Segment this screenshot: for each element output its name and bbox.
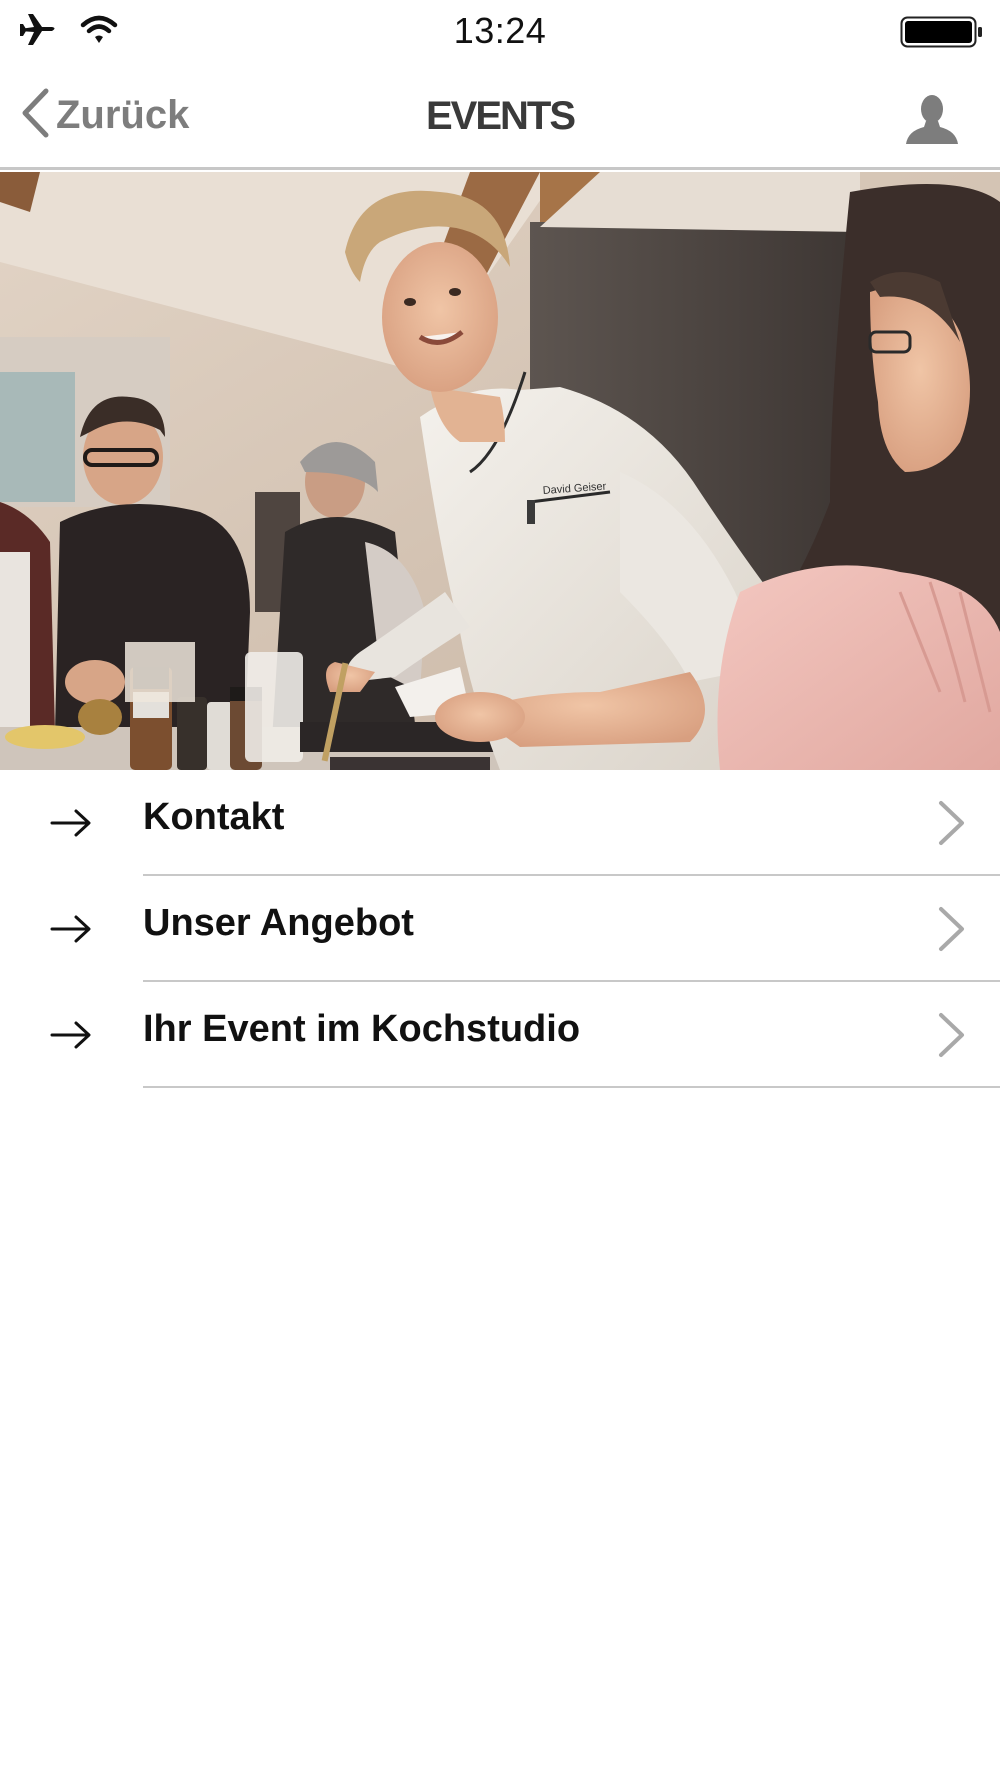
user-icon: [904, 95, 960, 152]
menu-item-label: Kontakt: [143, 796, 285, 838]
arrow-right-icon: [50, 914, 92, 944]
chevron-right-icon: [936, 906, 966, 952]
menu-item-ihr-event[interactable]: Ihr Event im Kochstudio: [0, 982, 1000, 1088]
status-time: 13:24: [453, 10, 547, 51]
arrow-right-icon: [50, 1020, 92, 1050]
back-label: Zurück: [56, 92, 190, 137]
chevron-right-icon: [936, 800, 966, 846]
status-bar: 13:24: [0, 0, 1000, 64]
menu-item-unser-angebot[interactable]: Unser Angebot: [0, 876, 1000, 982]
menu-item-kontakt[interactable]: Kontakt: [0, 770, 1000, 876]
menu-item-label: Unser Angebot: [143, 902, 414, 944]
arrow-right-icon: [50, 808, 92, 838]
chevron-left-icon: [20, 88, 50, 143]
battery-icon: [900, 16, 984, 48]
back-button[interactable]: Zurück: [20, 88, 189, 142]
user-profile-button[interactable]: [904, 92, 960, 148]
chevron-right-icon: [936, 1012, 966, 1058]
menu-list: Kontakt Unser Angebot Ihr Event im Kochs…: [0, 770, 1000, 1088]
divider: [143, 1086, 1000, 1088]
page-title: EVENTS: [425, 94, 576, 138]
hero-image: David Geiser: [0, 172, 1000, 770]
menu-item-label: Ihr Event im Kochstudio: [143, 1008, 581, 1050]
navigation-bar: Zurück EVENTS: [0, 64, 1000, 170]
